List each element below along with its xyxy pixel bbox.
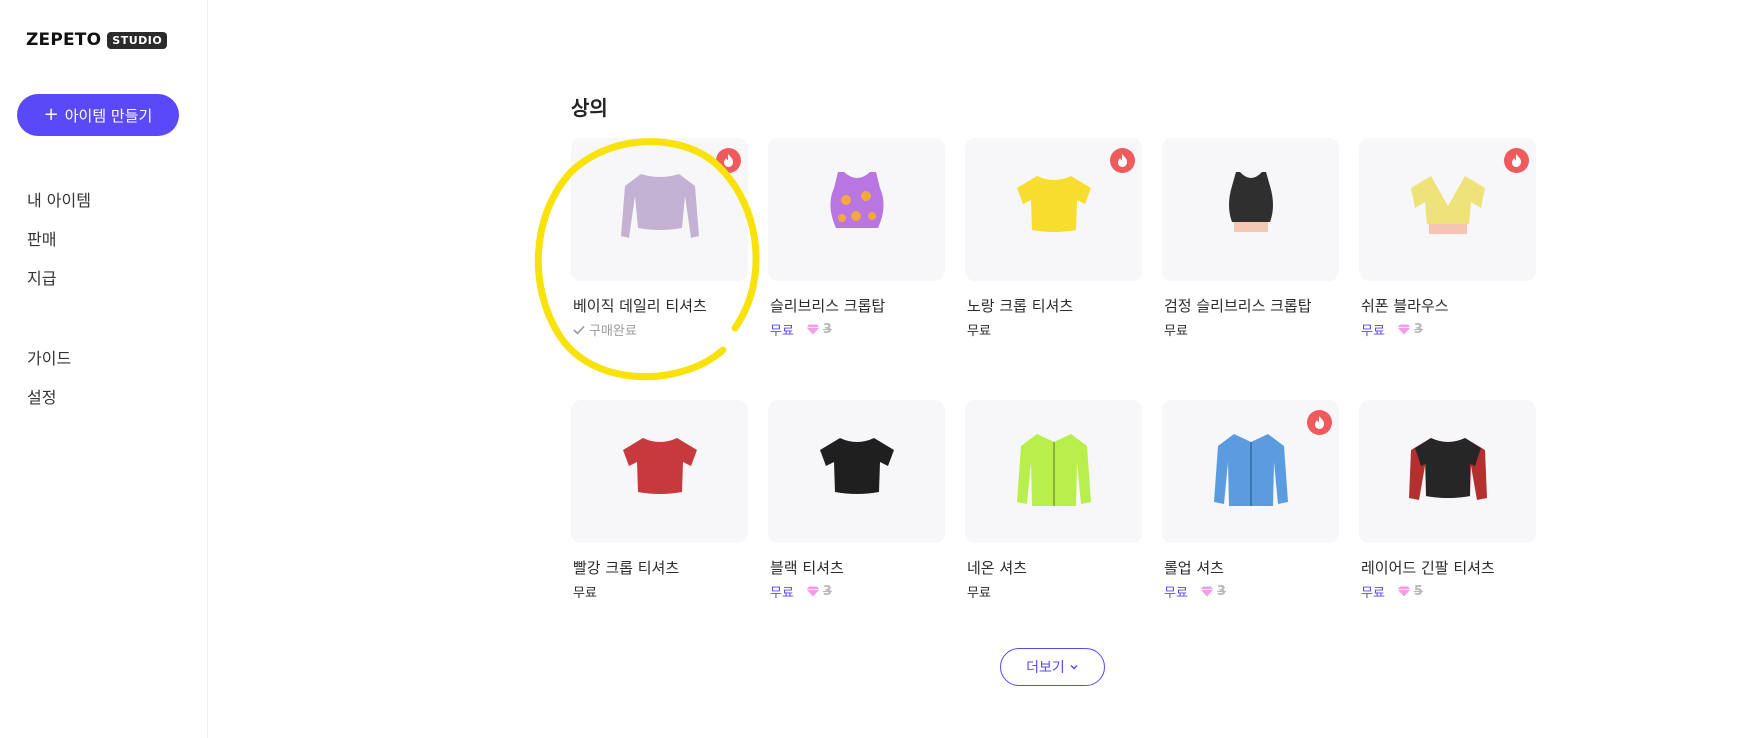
item-thumbnail[interactable] [965, 400, 1142, 543]
item-thumbnail[interactable] [1162, 138, 1339, 281]
purchased-status: 구매완료 [573, 320, 637, 339]
item-name[interactable]: 검정 슬리브리스 크롭탑 [1164, 295, 1312, 316]
clothing-image [1409, 438, 1487, 500]
item-thumbnail[interactable] [1359, 400, 1536, 543]
create-item-button[interactable]: + 아이템 만들기 [17, 94, 179, 136]
chevron-down-icon [1070, 664, 1078, 670]
hot-flame-icon [1504, 148, 1529, 173]
item-thumbnail[interactable] [571, 400, 748, 543]
clothing-image [820, 438, 894, 494]
item-thumbnail[interactable] [768, 400, 945, 543]
item-name[interactable]: 레이어드 긴팔 티셔츠 [1361, 557, 1495, 578]
item-name[interactable]: 슬리브리스 크롭탑 [770, 295, 885, 316]
price-free-label: 무료 [573, 586, 597, 601]
nav-sales[interactable]: 판매 [27, 226, 56, 250]
check-icon [573, 325, 585, 335]
item-name[interactable]: 네온 셔츠 [967, 557, 1027, 578]
create-item-label: 아이템 만들기 [64, 106, 153, 125]
nav-my-items[interactable]: 내 아이템 [27, 187, 91, 211]
item-name[interactable]: 베이직 데일리 티셔츠 [573, 295, 707, 316]
load-more-button[interactable]: 더보기 [1000, 648, 1105, 686]
original-price: 3 [822, 584, 832, 599]
brand-name: ZEPETO [26, 30, 102, 50]
section-title: 상의 [571, 96, 608, 120]
gem-icon [1200, 586, 1214, 597]
item-thumbnail[interactable] [571, 138, 748, 281]
clothing-image [1017, 434, 1091, 506]
price-free-label: 무료 [1164, 324, 1188, 339]
clothing-image [830, 172, 884, 228]
item-thumbnail[interactable] [768, 138, 945, 281]
clothing-image [1017, 176, 1091, 232]
hot-flame-icon [716, 148, 741, 173]
brand-badge: STUDIO [107, 31, 168, 49]
price-free-label: 무료 [1361, 586, 1385, 601]
original-price: 3 [822, 322, 832, 337]
hot-flame-icon [1307, 410, 1332, 435]
item-price: 무료 [1164, 320, 1188, 339]
clothing-image [621, 174, 699, 238]
item-thumbnail[interactable] [1162, 400, 1339, 543]
item-name[interactable]: 롤업 셔츠 [1164, 557, 1224, 578]
clothing-image [1411, 176, 1485, 234]
price-free-label: 무료 [1361, 324, 1385, 339]
nav-payout[interactable]: 지급 [27, 265, 56, 289]
gem-icon [1397, 324, 1411, 335]
purchased-label: 구매완료 [589, 324, 637, 339]
item-price: 무료 3 [770, 320, 832, 339]
price-free-label: 무료 [770, 324, 794, 339]
item-name[interactable]: 노랑 크롭 티셔츠 [967, 295, 1073, 316]
original-price: 3 [1413, 322, 1423, 337]
item-price: 무료 3 [1361, 320, 1423, 339]
item-price: 무료 [967, 582, 991, 601]
clothing-image [1214, 434, 1288, 506]
item-price: 무료 5 [1361, 582, 1423, 601]
gem-icon [1397, 586, 1411, 597]
sidebar: ZEPETO STUDIO + 아이템 만들기 내 아이템 판매 지급 가이드 … [0, 0, 208, 738]
clothing-image [1229, 172, 1273, 232]
original-price: 5 [1413, 584, 1423, 599]
item-price: 무료 [573, 582, 597, 601]
plus-icon: + [43, 104, 59, 125]
item-name[interactable]: 블랙 티셔츠 [770, 557, 844, 578]
brand-logo[interactable]: ZEPETO STUDIO [26, 30, 168, 50]
item-price: 무료 3 [770, 582, 832, 601]
price-free-label: 무료 [770, 586, 794, 601]
item-price: 무료 [967, 320, 991, 339]
nav-guide[interactable]: 가이드 [27, 345, 71, 369]
clothing-image [623, 438, 697, 494]
price-free-label: 무료 [967, 586, 991, 601]
item-price: 구매완료 [573, 320, 637, 339]
item-name[interactable]: 쉬폰 블라우스 [1361, 295, 1449, 316]
original-price: 3 [1216, 584, 1226, 599]
price-free-label: 무료 [1164, 586, 1188, 601]
price-free-label: 무료 [967, 324, 991, 339]
load-more-label: 더보기 [1026, 660, 1065, 676]
hot-flame-icon [1110, 148, 1135, 173]
gem-icon [806, 324, 820, 335]
item-thumbnail[interactable] [965, 138, 1142, 281]
item-name[interactable]: 빨강 크롭 티셔츠 [573, 557, 679, 578]
gem-icon [806, 586, 820, 597]
item-thumbnail[interactable] [1359, 138, 1536, 281]
nav-settings[interactable]: 설정 [27, 384, 56, 408]
item-price: 무료 3 [1164, 582, 1226, 601]
